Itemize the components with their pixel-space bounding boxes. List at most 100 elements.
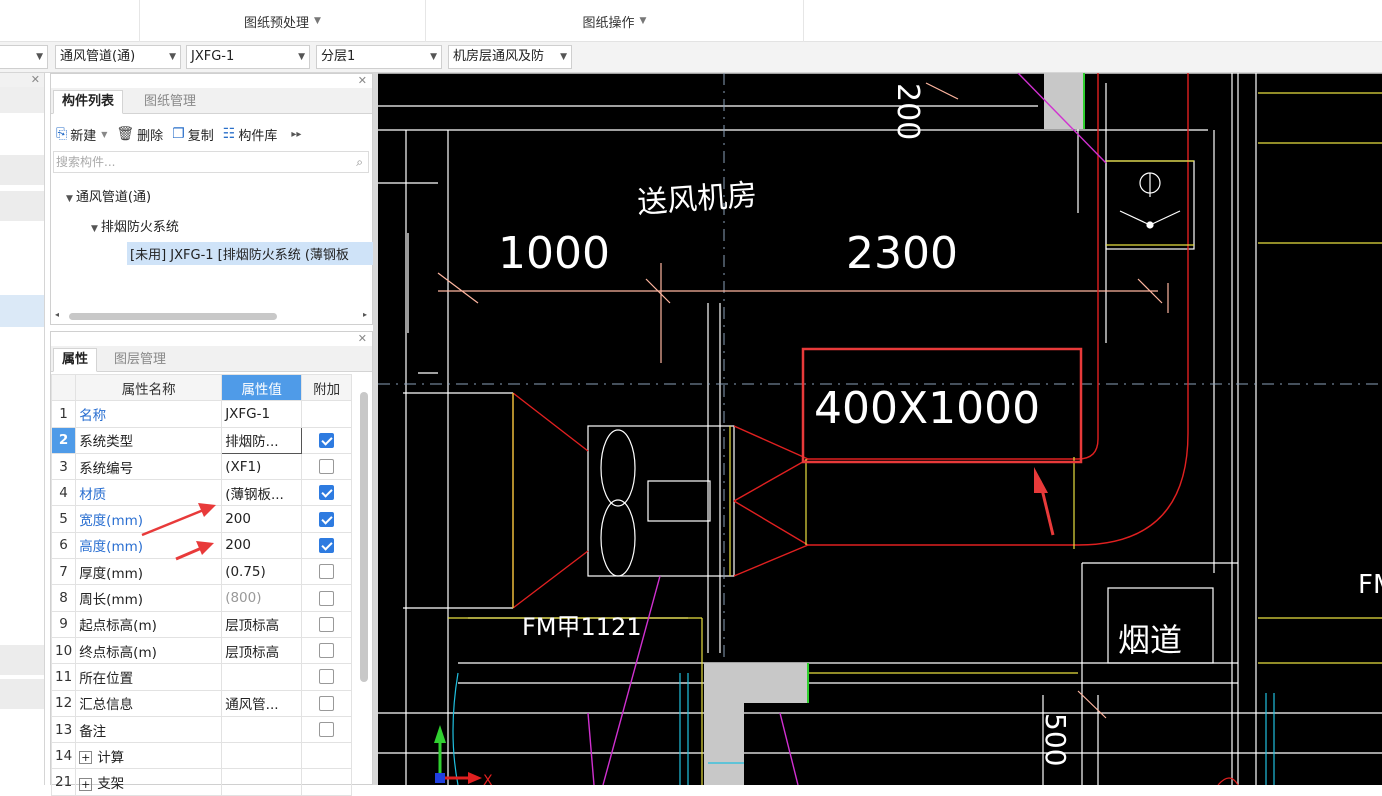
dropdown-value: 通风管道(通): [60, 49, 136, 64]
properties-tabs: 属性 图层管理: [51, 346, 372, 372]
nav-item[interactable]: [0, 155, 44, 185]
property-value[interactable]: [221, 742, 303, 770]
property-value[interactable]: [221, 768, 303, 796]
extra-cell: [301, 505, 353, 533]
header-extra: 附加: [301, 373, 353, 402]
close-icon[interactable]: ✕: [358, 332, 367, 345]
property-name-text: 名称: [79, 407, 107, 424]
ribbon-group-label: 图纸操作: [582, 15, 635, 31]
tab-component-list[interactable]: 构件列表: [53, 90, 124, 114]
property-value[interactable]: 层顶标高: [221, 610, 303, 638]
property-value[interactable]: 通风管...: [221, 689, 303, 717]
nav-item[interactable]: [0, 87, 44, 113]
extra-checkbox[interactable]: [319, 643, 335, 659]
extra-checkbox[interactable]: [319, 590, 335, 606]
row-index: 12: [50, 689, 77, 717]
expand-icon[interactable]: +: [79, 777, 93, 791]
horizontal-scrollbar[interactable]: ◂ ▸: [55, 310, 367, 322]
property-name: 终点标高(m): [75, 636, 223, 665]
property-value[interactable]: (薄钢板...: [221, 479, 303, 507]
property-row[interactable]: 21 + 支架: [50, 768, 353, 796]
tab-drawing-management[interactable]: 图纸管理: [135, 90, 205, 114]
extra-checkbox[interactable]: [319, 669, 335, 685]
drawing-dropdown[interactable]: 机房层通风及防 ▼: [448, 45, 572, 69]
extra-checkbox[interactable]: [319, 564, 335, 580]
property-name: + 支架: [75, 768, 223, 796]
collapse-icon[interactable]: ▼: [91, 224, 98, 234]
property-row[interactable]: 13 备注: [50, 715, 353, 744]
property-name-text: 支架: [97, 776, 125, 793]
annotation-arrows: [141, 503, 216, 561]
extra-cell: [301, 584, 353, 612]
extra-checkbox[interactable]: [319, 722, 335, 737]
property-name: + 计算: [75, 742, 223, 770]
nav-item[interactable]: [0, 191, 44, 221]
property-value[interactable]: 200: [221, 531, 303, 560]
extra-checkbox[interactable]: [319, 537, 335, 553]
delete-button[interactable]: 🗑︎ 删除: [116, 125, 163, 144]
nav-item[interactable]: [0, 679, 44, 709]
tree-node-root[interactable]: ▼ 通风管道(通): [66, 186, 151, 205]
expand-icon[interactable]: +: [79, 751, 93, 765]
property-value[interactable]: 排烟防...: [221, 426, 303, 454]
property-row[interactable]: 3 系统编号 (XF1): [50, 452, 353, 481]
tab-layer-management[interactable]: 图层管理: [105, 348, 175, 372]
extra-checkbox[interactable]: [319, 616, 335, 632]
scroll-right-icon[interactable]: ▸: [363, 310, 367, 319]
property-row[interactable]: 2 系统类型 排烟防...: [50, 426, 353, 454]
close-icon[interactable]: ✕: [31, 73, 40, 86]
nav-item-selected[interactable]: [0, 295, 44, 327]
property-value[interactable]: 200: [221, 505, 303, 533]
extra-checkbox[interactable]: [319, 511, 335, 527]
extra-checkbox[interactable]: [319, 432, 335, 448]
close-icon[interactable]: ✕: [358, 74, 367, 87]
floor-dropdown[interactable]: ▼: [0, 45, 48, 69]
property-value[interactable]: JXFG-1: [221, 400, 303, 428]
extra-checkbox[interactable]: [319, 485, 335, 501]
scrollbar-thumb[interactable]: [360, 392, 368, 682]
property-name-text: 备注: [79, 723, 107, 740]
nav-item[interactable]: [0, 645, 44, 675]
property-value[interactable]: (800): [221, 584, 303, 612]
extra-checkbox[interactable]: [319, 459, 335, 475]
component-dropdown[interactable]: JXFG-1 ▼: [186, 45, 310, 69]
component-toolbar: ⎘ 新建 ▼ 🗑︎ 删除 ❐ 复制 ☷ 构件库 ▸▸: [51, 120, 372, 148]
scroll-left-icon[interactable]: ◂: [55, 310, 59, 319]
chevron-down-icon[interactable]: ▼: [101, 130, 107, 139]
vertical-scrollbar[interactable]: [360, 372, 368, 712]
property-name: 系统编号: [75, 452, 223, 481]
library-button[interactable]: ☷ 构件库: [223, 125, 278, 144]
copy-button[interactable]: ❐ 复制: [172, 125, 214, 144]
property-row[interactable]: 12 汇总信息 通风管...: [50, 689, 353, 717]
property-value[interactable]: 层顶标高: [221, 636, 303, 665]
property-row[interactable]: 11 所在位置: [50, 663, 353, 691]
scrollbar-thumb[interactable]: [69, 313, 277, 320]
trash-icon: 🗑︎: [116, 126, 135, 142]
property-row[interactable]: 8 周长(mm) (800): [50, 584, 353, 612]
property-row[interactable]: 10 终点标高(m) 层顶标高: [50, 636, 353, 665]
search-icon[interactable]: ⌕: [356, 152, 363, 172]
row-index: 10: [50, 636, 77, 665]
property-row[interactable]: 1 名称 JXFG-1: [50, 400, 353, 428]
property-row[interactable]: 14 + 计算: [50, 742, 353, 770]
tree-node-system[interactable]: ▼ 排烟防火系统: [91, 216, 179, 235]
property-name: 起点标高(m): [75, 610, 223, 638]
row-index: 21: [50, 768, 77, 796]
search-input[interactable]: 搜索构件... ⌕: [53, 151, 369, 173]
property-value[interactable]: (0.75): [221, 558, 303, 586]
ribbon-group-drawing-preprocess[interactable]: 图纸预处理 ▼: [140, 0, 426, 42]
tab-properties[interactable]: 属性: [53, 348, 98, 372]
property-value[interactable]: [221, 663, 303, 691]
cad-drawing-canvas[interactable]: 1000 2300 送风机房 400X1000 200 FM甲1121 烟道 F…: [378, 73, 1382, 785]
property-value[interactable]: [221, 715, 303, 744]
category-dropdown[interactable]: 通风管道(通) ▼: [55, 45, 181, 69]
extra-checkbox[interactable]: [319, 695, 335, 711]
ribbon-group-drawing-operations[interactable]: 图纸操作 ▼: [426, 0, 804, 42]
collapse-icon[interactable]: ▼: [66, 194, 73, 204]
new-button[interactable]: ⎘ 新建 ▼: [56, 125, 107, 144]
layer-dropdown[interactable]: 分层1 ▼: [316, 45, 442, 69]
property-value[interactable]: (XF1): [221, 452, 303, 481]
tree-node-component[interactable]: [未用] JXFG-1 [排烟防火系统 (薄钢板: [127, 242, 373, 265]
property-row[interactable]: 9 起点标高(m) 层顶标高: [50, 610, 353, 638]
more-icon[interactable]: ▸▸: [291, 129, 301, 140]
